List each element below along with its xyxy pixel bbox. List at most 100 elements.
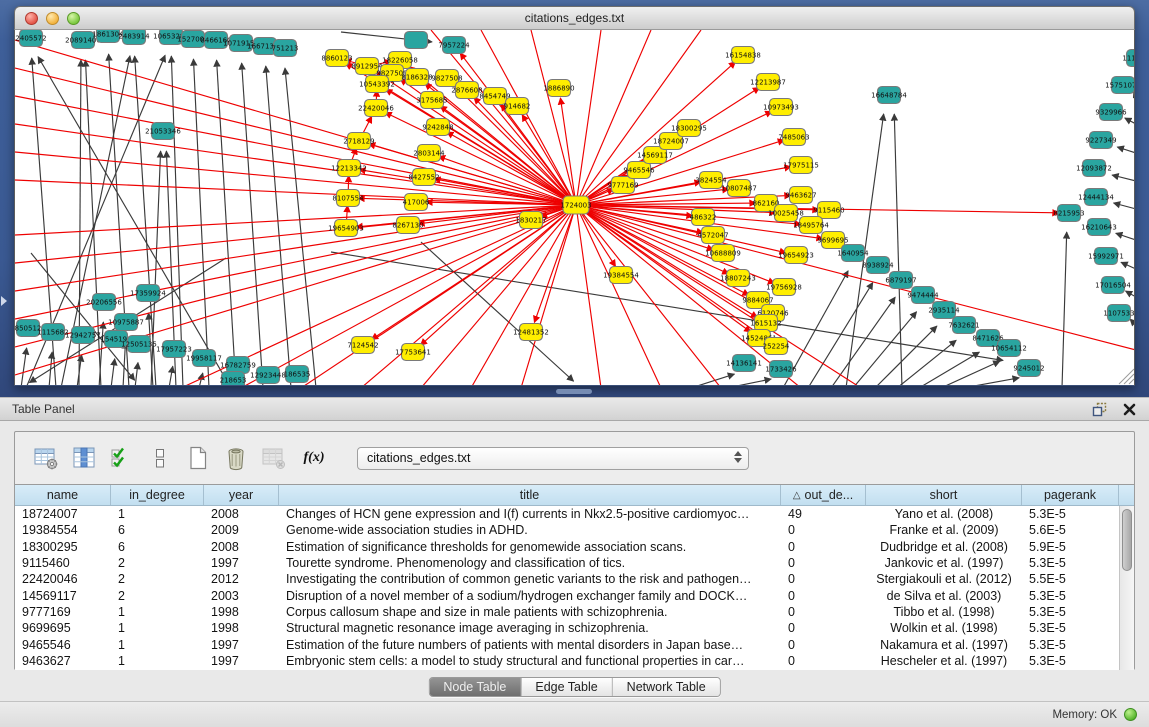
graph-node[interactable]: 8186328 (401, 69, 432, 86)
canvas-resize-grip[interactable] (1124, 374, 1134, 384)
graph-node[interactable]: 20206556 (86, 294, 122, 311)
graph-node[interactable]: 9329966 (1095, 104, 1127, 121)
graph-node[interactable]: 16210643 (1081, 219, 1117, 236)
graph-node[interactable]: 9227349 (1085, 132, 1116, 149)
graph-node[interactable]: 16648784 (871, 87, 907, 104)
graph-node[interactable]: 12213987 (750, 74, 786, 91)
graph-node[interactable]: 8938924 (862, 257, 894, 274)
graph-node[interactable]: 19654903 (328, 220, 364, 237)
graph-node[interactable]: 1733426 (765, 361, 797, 378)
graph-node[interactable]: 1117304 (1122, 50, 1134, 67)
graph-node[interactable]: 1115682 (37, 324, 68, 341)
minimize-window-button[interactable] (46, 12, 59, 25)
graph-node[interactable]: 218653 (220, 372, 247, 387)
table-row[interactable]: 1938455462009Genome-wide association stu… (15, 522, 1119, 538)
graph-node[interactable]: 8107554 (332, 190, 364, 207)
float-panel-icon[interactable] (1091, 401, 1107, 417)
graph-node[interactable]: 12093872 (1076, 160, 1112, 177)
delete-table-button[interactable] (259, 444, 289, 472)
graph-node[interactable]: 17753641 (395, 344, 431, 361)
graph-node[interactable]: 8267130 (392, 217, 423, 234)
zoom-window-button[interactable] (67, 12, 80, 25)
graph-node[interactable]: 15992971 (1088, 248, 1124, 265)
graph-node[interactable]: 9245012 (1013, 360, 1044, 377)
column-header-short[interactable]: short (866, 485, 1022, 505)
graph-node[interactable]: 4572047 (697, 227, 728, 244)
graph-node[interactable]: 21053346 (145, 123, 181, 140)
tab-node-table[interactable]: Node Table (429, 678, 521, 696)
graph-node[interactable] (405, 32, 428, 49)
graph-node[interactable]: 1107533 (1103, 305, 1134, 322)
graph-node[interactable]: 417006 (403, 194, 430, 211)
graph-node[interactable]: 751213 (272, 40, 299, 57)
table-row[interactable]: 969969511998Structural magnetic resonanc… (15, 620, 1119, 636)
create-column-button[interactable] (183, 444, 213, 472)
graph-node[interactable]: 8215953 (1053, 205, 1084, 222)
graph-node[interactable]: 14136141 (726, 355, 762, 372)
graph-node[interactable]: 7124542 (347, 337, 378, 354)
graph-node[interactable]: 7485063 (778, 129, 809, 146)
table-row[interactable]: 2242004622012Investigating the contribut… (15, 571, 1119, 587)
graph-node[interactable]: 7632621 (948, 317, 979, 334)
graph-node[interactable]: 8427552 (408, 169, 439, 186)
graph-node[interactable]: 1886890 (543, 80, 574, 97)
delete-column-button[interactable] (221, 444, 251, 472)
tab-edge-table[interactable]: Edge Table (521, 678, 612, 696)
table-row[interactable]: 1456911722003Disruption of a novel membe… (15, 587, 1119, 603)
panel-splitter-handle[interactable] (556, 389, 592, 394)
select-columns-button[interactable] (107, 444, 137, 472)
table-row[interactable]: 946554611997Estimation of the future num… (15, 636, 1119, 652)
graph-node[interactable]: 8860123 (321, 50, 352, 67)
graph-node[interactable]: 9115460 (813, 202, 844, 219)
network-view-canvas[interactable]: 2405572208914061861304248391410653287152… (14, 30, 1135, 386)
table-settings-button[interactable] (31, 444, 61, 472)
graph-node[interactable]: 2935114 (928, 302, 960, 319)
graph-node[interactable]: 9463627 (785, 187, 816, 204)
canvas-resize-grip[interactable] (1129, 379, 1134, 384)
graph-node[interactable]: 6879197 (885, 272, 916, 289)
tab-network-table[interactable]: Network Table (613, 678, 720, 696)
network-window-titlebar[interactable]: citations_edges.txt (14, 6, 1135, 30)
graph-node[interactable]: 7957224 (438, 37, 470, 54)
close-panel-icon[interactable] (1121, 401, 1137, 417)
collapse-panel-arrow-icon[interactable] (1, 296, 7, 306)
graph-node[interactable]: 9474444 (907, 287, 939, 304)
column-header-year[interactable]: year (204, 485, 279, 505)
row-options-button[interactable] (145, 444, 175, 472)
table-row[interactable]: 1872400712008Changes of HCN gene express… (15, 506, 1119, 522)
column-header-name[interactable]: name (15, 485, 111, 505)
close-window-button[interactable] (25, 12, 38, 25)
column-header-in-degree[interactable]: in_degree (111, 485, 204, 505)
function-builder-button[interactable]: f(x) (297, 444, 331, 472)
column-header-title[interactable]: title (279, 485, 781, 505)
table-row[interactable]: 977716911998Corpus callosum shape and si… (15, 604, 1119, 620)
show-columns-button[interactable] (69, 444, 99, 472)
graph-node[interactable]: 914682 (504, 98, 531, 115)
table-selector-dropdown[interactable]: citations_edges.txt (357, 447, 749, 470)
network-window[interactable]: citations_edges.txt 24055722089140618613… (14, 6, 1135, 386)
graph-node[interactable]: 486322 (690, 209, 717, 226)
graph-node[interactable]: 2483914 (118, 30, 150, 45)
graph-node[interactable]: 16154838 (725, 47, 761, 64)
graph-node[interactable]: 186535 (284, 366, 311, 383)
graph-node[interactable]: 17975115 (783, 157, 819, 174)
graph-node[interactable]: 2803144 (413, 145, 445, 162)
graph-node[interactable]: 19384554 (603, 267, 639, 284)
graph-node[interactable]: 9242848 (422, 119, 453, 136)
graph-node[interactable]: 12481352 (513, 324, 549, 341)
column-header-out-de-[interactable]: △out_de... (781, 485, 866, 505)
graph-node[interactable]: 1724003 (560, 196, 591, 214)
table-row[interactable]: 911546021997Tourette syndrome. Phenomeno… (15, 555, 1119, 571)
graph-node[interactable]: 3175685 (416, 92, 447, 109)
network-graph[interactable]: 2405572208914061861304248391410653287152… (15, 30, 1134, 386)
table-row[interactable]: 946362711997Embryonic stem cells: a mode… (15, 653, 1119, 669)
table-vertical-scrollbar[interactable] (1119, 506, 1134, 670)
graph-node[interactable]: 1640954 (837, 245, 869, 262)
graph-node[interactable]: 1830217 (515, 212, 546, 229)
graph-node[interactable]: 12444134 (1078, 189, 1114, 206)
table-row[interactable]: 1830029562008Estimation of significance … (15, 539, 1119, 555)
graph-node[interactable]: 19756928 (766, 279, 802, 296)
graph-node[interactable]: 2405572 (15, 30, 46, 47)
graph-node[interactable]: 2718129 (343, 133, 374, 150)
graph-node[interactable]: 252254 (763, 338, 790, 355)
